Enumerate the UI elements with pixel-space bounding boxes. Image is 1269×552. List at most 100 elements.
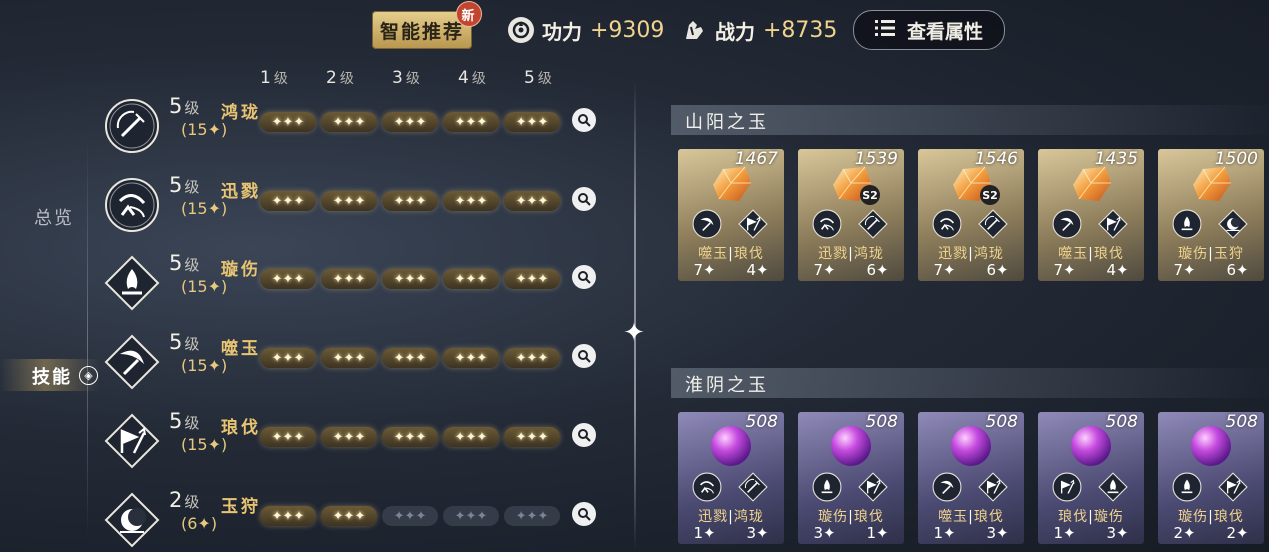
swift-slash-icon [812, 209, 842, 239]
gem-selected-icon: ◈ [79, 366, 98, 385]
jade-section-header: 淮阴之玉 [671, 368, 1269, 398]
magnify-icon[interactable] [572, 344, 596, 368]
jade-skill-name: 噬玉 [698, 246, 729, 262]
jade-skill-names: 迅戮|鸿珑 [938, 246, 1004, 262]
skill-level: 5级 [169, 94, 199, 118]
level-number: 5 [524, 68, 535, 88]
jade-skill-names: 噬玉|琅伐 [698, 246, 764, 262]
jade-skill-stars: 1✦ 3✦ [1038, 524, 1144, 542]
jade-star-count: 1✦ [693, 524, 716, 542]
level-pill-filled: ✦✦✦ [382, 269, 438, 289]
level-pill-filled: ✦✦✦ [321, 348, 377, 368]
banner-arrow-icon [1098, 209, 1128, 239]
banner-arrow-icon [1052, 472, 1082, 502]
nav-item-skill[interactable]: 技能 ◈ [0, 359, 100, 391]
jade-star-count: 3✦ [1106, 524, 1129, 542]
magnify-icon[interactable] [572, 187, 596, 211]
level-pill-empty: ✦✦✦ [504, 506, 560, 526]
jade-skill-name: 鸿珑 [733, 509, 764, 525]
jade-star-count: 3✦ [746, 524, 769, 542]
nav-item-skill-label: 技能 [32, 367, 72, 388]
jade-skill-name: 璇伤 [818, 509, 849, 525]
sword-circle-icon [738, 472, 768, 502]
jade-star-count: 3✦ [986, 524, 1009, 542]
magnify-icon[interactable] [572, 108, 596, 132]
gongli-value: +9309 [590, 17, 665, 43]
power-orb-icon [508, 17, 534, 43]
sword-circle-icon[interactable] [104, 98, 160, 154]
jade-card[interactable]: 508 琅伐|璇伤 1✦ 3✦ [1038, 412, 1144, 544]
jade-card[interactable]: 1546 S2 迅戮|鸿珑 7✦ 6✦ [918, 149, 1024, 281]
jade-skill-stars: 2✦ 2✦ [1158, 524, 1264, 542]
jade-skill-names: 璇伤|琅伐 [818, 509, 884, 525]
jade-skill-name: 琅伐 [733, 246, 764, 262]
s2-badge: S2 [980, 185, 1000, 205]
jade-skill-name: 琅伐 [853, 509, 884, 525]
level-header-2: 2级 [326, 68, 354, 88]
jade-card[interactable]: 508 璇伤|琅伐 3✦ 1✦ [798, 412, 904, 544]
jade-star-count: 1✦ [1053, 524, 1076, 542]
jade-skill-name: 噬玉 [938, 509, 969, 525]
level-pill-filled: ✦✦✦ [321, 269, 377, 289]
jade-skill-names: 迅戮|鸿珑 [698, 509, 764, 525]
jade-skill-name: 玉狩 [1213, 246, 1244, 262]
jade-star-count: 6✦ [986, 261, 1009, 279]
jade-star-count: 4✦ [746, 261, 769, 279]
jade-card[interactable]: 1500 璇伤|玉狩 7✦ 6✦ [1158, 149, 1264, 281]
crescent-strike-icon[interactable] [104, 334, 160, 390]
violet-orb-icon [709, 424, 753, 466]
gongli-label: 功力 [542, 19, 582, 44]
view-attributes-button[interactable]: 查看属性 [853, 10, 1005, 50]
skill-level: 2级 [169, 488, 199, 512]
zhanli-label: 战力 [715, 19, 755, 44]
level-pill-filled: ✦✦✦ [504, 191, 560, 211]
banner-arrow-icon[interactable] [104, 413, 160, 469]
skill-level-number: 5 [169, 409, 183, 433]
s2-badge: S2 [860, 185, 880, 205]
magnify-icon[interactable] [572, 423, 596, 447]
level-header-3: 3级 [392, 68, 420, 88]
swift-slash-icon[interactable] [104, 177, 160, 233]
violet-orb-icon [1069, 424, 1113, 466]
level-suffix: 级 [471, 71, 486, 87]
flame-diamond-icon[interactable] [104, 255, 160, 311]
level-suffix: 级 [273, 71, 288, 87]
smart-recommend-button[interactable]: 智能推荐 新 [372, 1, 482, 49]
jade-card[interactable]: 1435 噬玉|琅伐 7✦ 4✦ [1038, 149, 1144, 281]
flame-diamond-icon [1098, 472, 1128, 502]
jade-skill-name: 琅伐 [973, 509, 1004, 525]
jade-star-count: 1✦ [866, 524, 889, 542]
level-pill-filled: ✦✦✦ [321, 191, 377, 211]
jade-star-count: 6✦ [1226, 261, 1249, 279]
skill-name: 玉狩 [221, 497, 261, 517]
jade-skill-name: 迅戮 [818, 246, 849, 262]
jade-card[interactable]: 1539 S2 迅戮|鸿珑 7✦ 6✦ [798, 149, 904, 281]
jade-star-count: 7✦ [1053, 261, 1076, 279]
skill-row: 5 级 (15✦) 迅戮 ✦✦✦ ✦✦✦ ✦✦✦ ✦✦✦ ✦✦✦ [104, 173, 604, 235]
jade-star-count: 2✦ [1173, 524, 1196, 542]
jade-card[interactable]: 508 噬玉|琅伐 1✦ 3✦ [918, 412, 1024, 544]
banner-arrow-icon [978, 472, 1008, 502]
magnify-icon[interactable] [572, 502, 596, 526]
skill-row: 5 级 (15✦) 琅伐 ✦✦✦ ✦✦✦ ✦✦✦ ✦✦✦ ✦✦✦ [104, 409, 604, 471]
skill-level-number: 5 [169, 330, 183, 354]
skill-level-suffix: 级 [184, 335, 200, 353]
skill-level-suffix: 级 [184, 256, 200, 274]
sword-circle-icon [978, 209, 1008, 239]
jade-star-count: 7✦ [1173, 261, 1196, 279]
jade-skill-names: 璇伤|玉狩 [1178, 246, 1244, 262]
banner-arrow-icon [1218, 472, 1248, 502]
jade-card[interactable]: 508 迅戮|鸿珑 1✦ 3✦ [678, 412, 784, 544]
level-suffix: 级 [339, 71, 354, 87]
jade-skill-stars: 7✦ 6✦ [918, 261, 1024, 279]
jade-skill-name: 璇伤 [1178, 509, 1209, 525]
magnify-icon[interactable] [572, 265, 596, 289]
moon-hunt-icon[interactable] [104, 492, 160, 548]
level-pill-filled: ✦✦✦ [260, 191, 316, 211]
violet-orb-icon [829, 424, 873, 466]
swift-slash-icon [692, 472, 722, 502]
jade-card[interactable]: 1467 噬玉|琅伐 7✦ 4✦ [678, 149, 784, 281]
nav-item-overview[interactable]: 总览 [34, 204, 74, 230]
jade-card[interactable]: 508 璇伤|琅伐 2✦ 2✦ [1158, 412, 1264, 544]
jade-skill-names: 噬玉|琅伐 [1058, 246, 1124, 262]
